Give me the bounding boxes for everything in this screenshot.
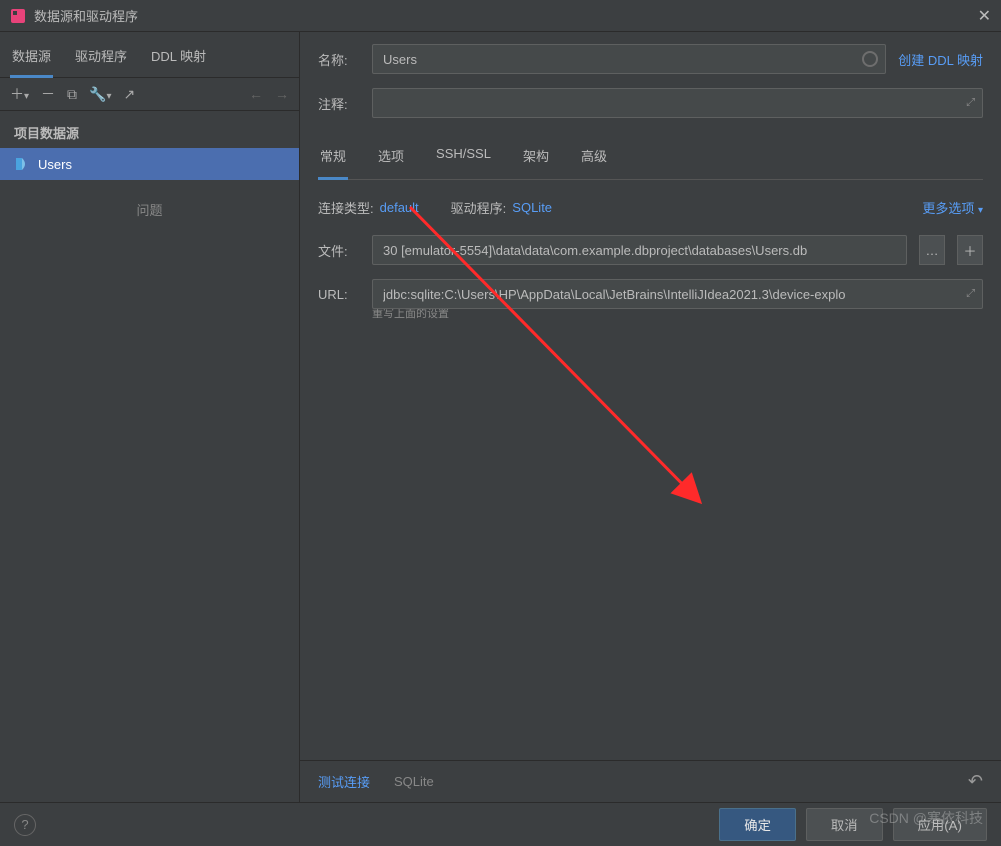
app-icon bbox=[10, 8, 26, 24]
expand-icon[interactable]: ⤢ bbox=[966, 97, 975, 110]
url-input[interactable] bbox=[372, 279, 983, 309]
content-panel: 名称: 创建 DDL 映射 注释: ⤢ 常规 选项 SSH/SSL 架构 高级 … bbox=[300, 32, 1001, 802]
comment-label: 注释: bbox=[318, 94, 360, 113]
more-options-link[interactable]: 更多选项 ▾ bbox=[922, 198, 983, 217]
settings-icon[interactable]: 🔧▾ bbox=[89, 86, 111, 103]
name-label: 名称: bbox=[318, 50, 360, 69]
tab-sshssl[interactable]: SSH/SSL bbox=[434, 138, 493, 179]
tab-advanced[interactable]: 高级 bbox=[579, 138, 609, 179]
sidebar: 数据源 驱动程序 DDL 映射 ＋▾ － ⧉ 🔧▾ ↗ ← → 项目数据源 Us… bbox=[0, 32, 300, 802]
color-ring-icon[interactable] bbox=[862, 51, 878, 67]
duplicate-icon[interactable]: ⧉ bbox=[67, 86, 77, 103]
file-input[interactable] bbox=[372, 235, 907, 265]
tab-driver[interactable]: 驱动程序 bbox=[73, 40, 129, 77]
status-driver: SQLite bbox=[394, 774, 434, 789]
sidebar-tabs: 数据源 驱动程序 DDL 映射 bbox=[0, 32, 299, 78]
name-input[interactable] bbox=[372, 44, 886, 74]
meta-row: 连接类型: default 驱动程序: SQLite 更多选项 ▾ bbox=[318, 198, 983, 217]
undo-icon[interactable]: ↶ bbox=[968, 771, 983, 792]
url-label: URL: bbox=[318, 287, 360, 302]
tab-general[interactable]: 常规 bbox=[318, 138, 348, 180]
add-icon[interactable]: ＋▾ bbox=[10, 84, 29, 104]
tab-ddl-mapping[interactable]: DDL 映射 bbox=[149, 40, 208, 77]
forward-icon[interactable]: → bbox=[275, 86, 289, 102]
external-icon[interactable]: ↗ bbox=[124, 86, 136, 103]
remove-icon[interactable]: － bbox=[41, 84, 55, 104]
watermark: CSDN @寒依科技 bbox=[869, 808, 983, 828]
content-tabs: 常规 选项 SSH/SSL 架构 高级 bbox=[318, 138, 983, 180]
ok-button[interactable]: 确定 bbox=[719, 808, 796, 841]
conn-type-value[interactable]: default bbox=[380, 200, 419, 215]
tab-schema[interactable]: 架构 bbox=[521, 138, 551, 179]
sidebar-item-users[interactable]: Users bbox=[0, 148, 299, 180]
dialog-footer: ? 确定 取消 应用(A) bbox=[0, 802, 1001, 846]
title-bar: 数据源和驱动程序 ✕ bbox=[0, 0, 1001, 32]
back-icon[interactable]: ← bbox=[249, 86, 263, 102]
window-title: 数据源和驱动程序 bbox=[34, 6, 978, 25]
close-icon[interactable]: ✕ bbox=[978, 6, 991, 26]
driver-label: 驱动程序: bbox=[451, 198, 507, 217]
sidebar-toolbar: ＋▾ － ⧉ 🔧▾ ↗ ← → bbox=[0, 78, 299, 111]
sidebar-problems[interactable]: 问题 bbox=[0, 180, 299, 239]
status-row: 测试连接 SQLite ↶ bbox=[300, 760, 1001, 802]
create-ddl-link[interactable]: 创建 DDL 映射 bbox=[898, 50, 983, 69]
expand-url-icon[interactable]: ⤢ bbox=[966, 288, 975, 301]
comment-input[interactable] bbox=[372, 88, 983, 118]
file-label: 文件: bbox=[318, 241, 360, 260]
driver-value[interactable]: SQLite bbox=[512, 200, 552, 215]
sidebar-item-label: Users bbox=[38, 157, 72, 172]
tab-options[interactable]: 选项 bbox=[376, 138, 406, 179]
conn-type-label: 连接类型: bbox=[318, 198, 374, 217]
help-icon[interactable]: ? bbox=[14, 814, 36, 836]
tab-datasource[interactable]: 数据源 bbox=[10, 40, 53, 78]
sqlite-icon bbox=[14, 156, 30, 172]
test-connection-link[interactable]: 测试连接 bbox=[318, 772, 370, 791]
add-file-button[interactable]: ＋ bbox=[957, 235, 983, 265]
browse-button[interactable]: … bbox=[919, 235, 945, 265]
sidebar-section-title: 项目数据源 bbox=[0, 111, 299, 148]
